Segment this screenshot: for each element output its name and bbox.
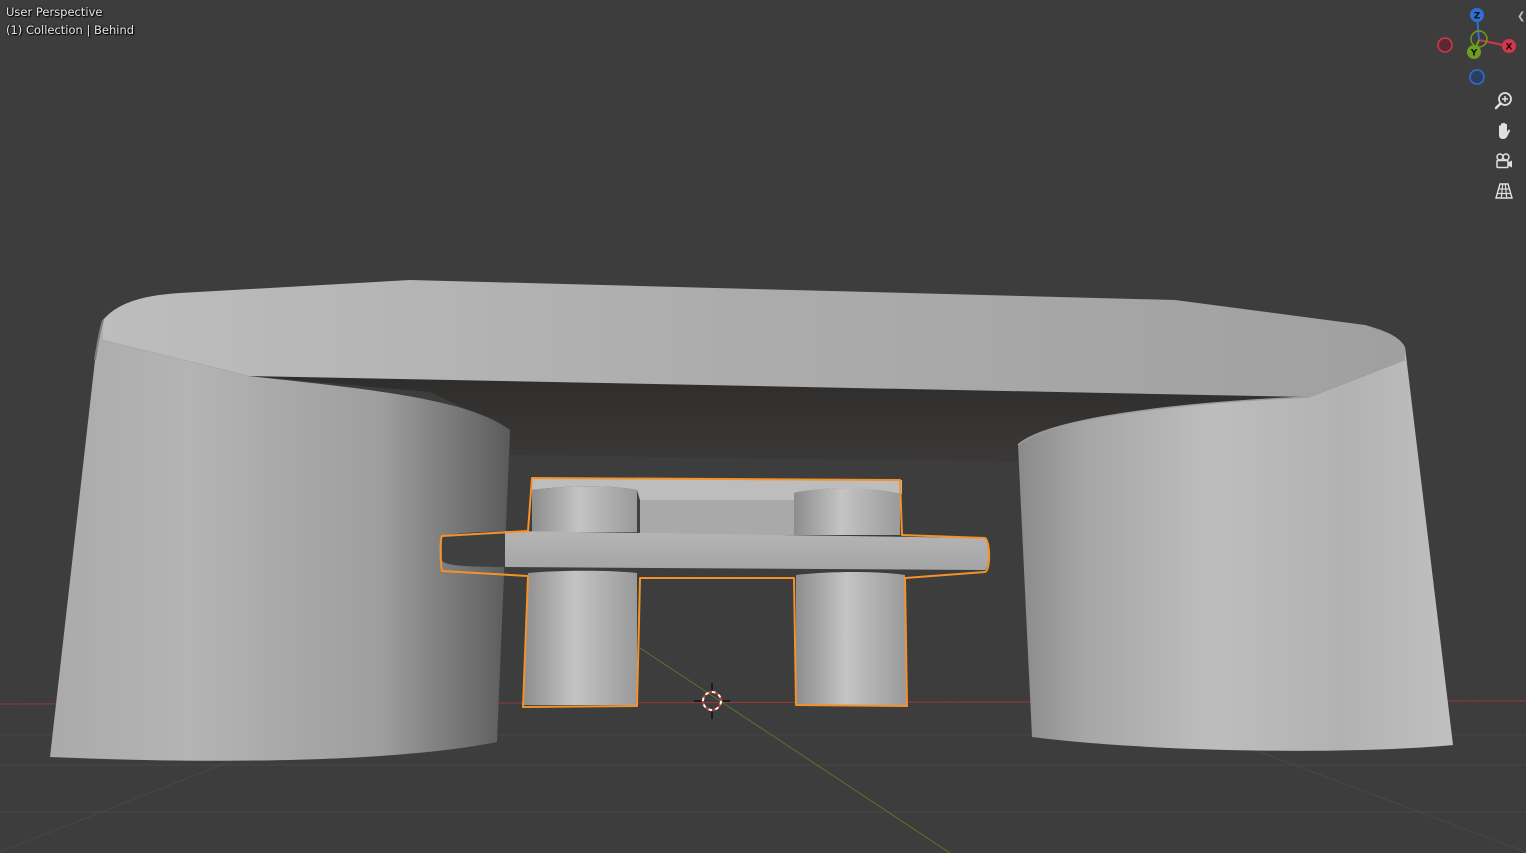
z-axis-handle[interactable]: Z — [1470, 8, 1484, 22]
zoom-icon — [1494, 92, 1512, 110]
upper-right-cylinder — [794, 487, 900, 535]
y-axis-label: Y — [1470, 49, 1478, 59]
pan-button[interactable] — [1490, 117, 1518, 145]
selected-object[interactable] — [439, 477, 991, 708]
grid-icon — [1495, 183, 1513, 199]
navigation-gizmo[interactable]: Z Y X — [1430, 2, 1526, 88]
y-axis-handle[interactable]: Y — [1467, 45, 1481, 59]
camera-icon — [1496, 153, 1512, 169]
view-name-label: User Perspective — [6, 5, 103, 19]
neg-z-axis-handle[interactable] — [1469, 69, 1485, 85]
camera-view-button[interactable] — [1490, 147, 1518, 175]
scene-canvas[interactable] — [0, 0, 1526, 853]
lower-left-cylinder — [523, 570, 637, 705]
x-axis-label: X — [1506, 43, 1513, 53]
z-axis-label: Z — [1474, 12, 1481, 22]
sidebar-toggle-icon[interactable]: ❮ — [1517, 11, 1526, 25]
upper-left-cylinder — [532, 486, 637, 532]
upper-slab — [640, 500, 795, 535]
lower-right-cylinder — [796, 572, 907, 705]
perspective-toggle-button[interactable] — [1490, 177, 1518, 205]
zoom-button[interactable] — [1490, 87, 1518, 115]
collection-status-label: (1) Collection | Behind — [6, 23, 135, 37]
x-axis-handle[interactable]: X — [1502, 39, 1516, 53]
3d-cursor[interactable] — [694, 683, 730, 719]
3d-viewport[interactable]: User Perspective (1) Collection | Behind… — [0, 0, 1526, 853]
hand-icon — [1499, 122, 1511, 139]
neg-x-axis-handle[interactable] — [1437, 37, 1453, 53]
middle-plate — [442, 531, 989, 570]
